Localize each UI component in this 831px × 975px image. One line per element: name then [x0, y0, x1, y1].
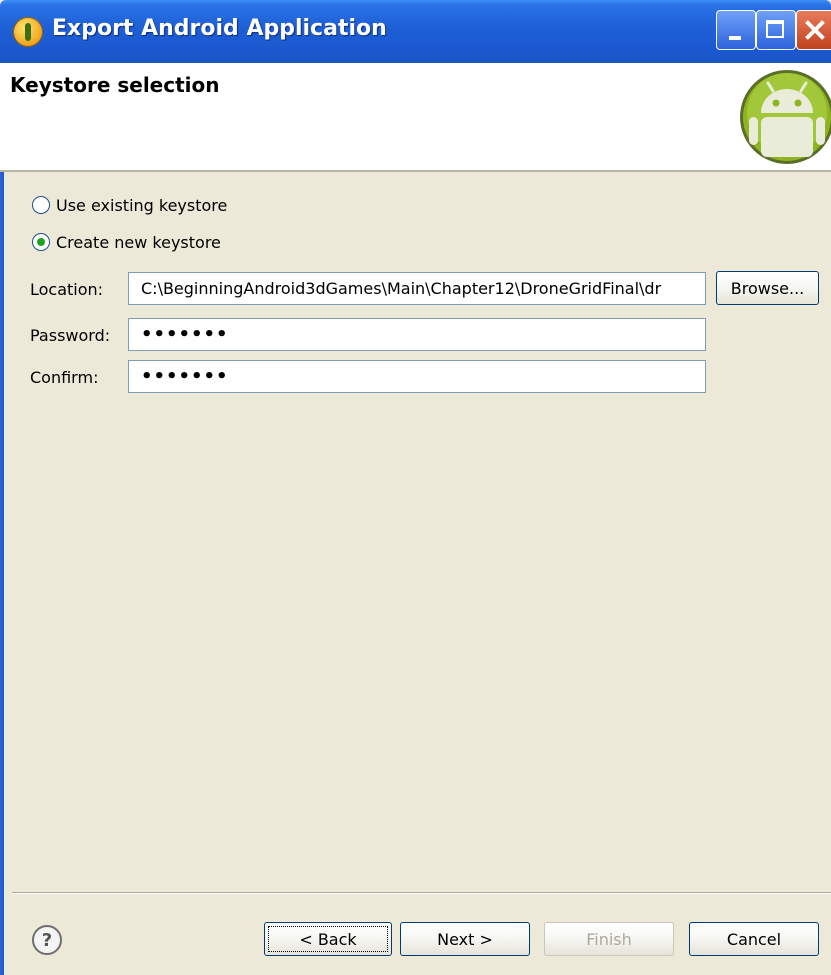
back-button[interactable]: < Back	[264, 922, 392, 956]
android-logo-icon	[740, 70, 831, 164]
minimize-button[interactable]	[716, 10, 756, 50]
browse-button[interactable]: Browse...	[716, 271, 819, 305]
password-input[interactable]: •••••••	[128, 318, 706, 351]
maximize-button[interactable]	[756, 10, 796, 50]
close-button[interactable]	[796, 10, 831, 50]
password-label: Password:	[30, 326, 111, 345]
create-new-keystore-label: Create new keystore	[56, 232, 221, 252]
window-title: Export Android Application	[52, 16, 387, 41]
use-existing-keystore-option[interactable]: Use existing keystore	[32, 193, 227, 217]
title-bar[interactable]: Export Android Application	[0, 0, 831, 63]
page-title: Keystore selection	[10, 73, 220, 97]
next-button[interactable]: Next >	[400, 922, 530, 956]
eclipse-app-icon	[13, 17, 43, 47]
wizard-header: Keystore selection	[0, 63, 831, 172]
confirm-password-input[interactable]: •••••••	[128, 360, 706, 393]
create-new-keystore-radio[interactable]	[32, 233, 50, 251]
window-frame-left	[0, 63, 4, 975]
use-existing-keystore-label: Use existing keystore	[56, 195, 228, 215]
location-label: Location:	[30, 280, 104, 299]
create-new-keystore-option[interactable]: Create new keystore	[32, 230, 221, 254]
confirm-label: Confirm:	[30, 368, 99, 387]
location-input[interactable]: C:\BeginningAndroid3dGames\Main\Chapter1…	[128, 272, 706, 305]
export-dialog: Export Android Application Keystore sele…	[0, 0, 831, 975]
finish-button[interactable]: Finish	[544, 922, 674, 956]
cancel-button[interactable]: Cancel	[689, 922, 819, 956]
help-icon[interactable]: ?	[32, 925, 62, 955]
footer-separator	[12, 892, 831, 894]
use-existing-keystore-radio[interactable]	[32, 196, 50, 214]
